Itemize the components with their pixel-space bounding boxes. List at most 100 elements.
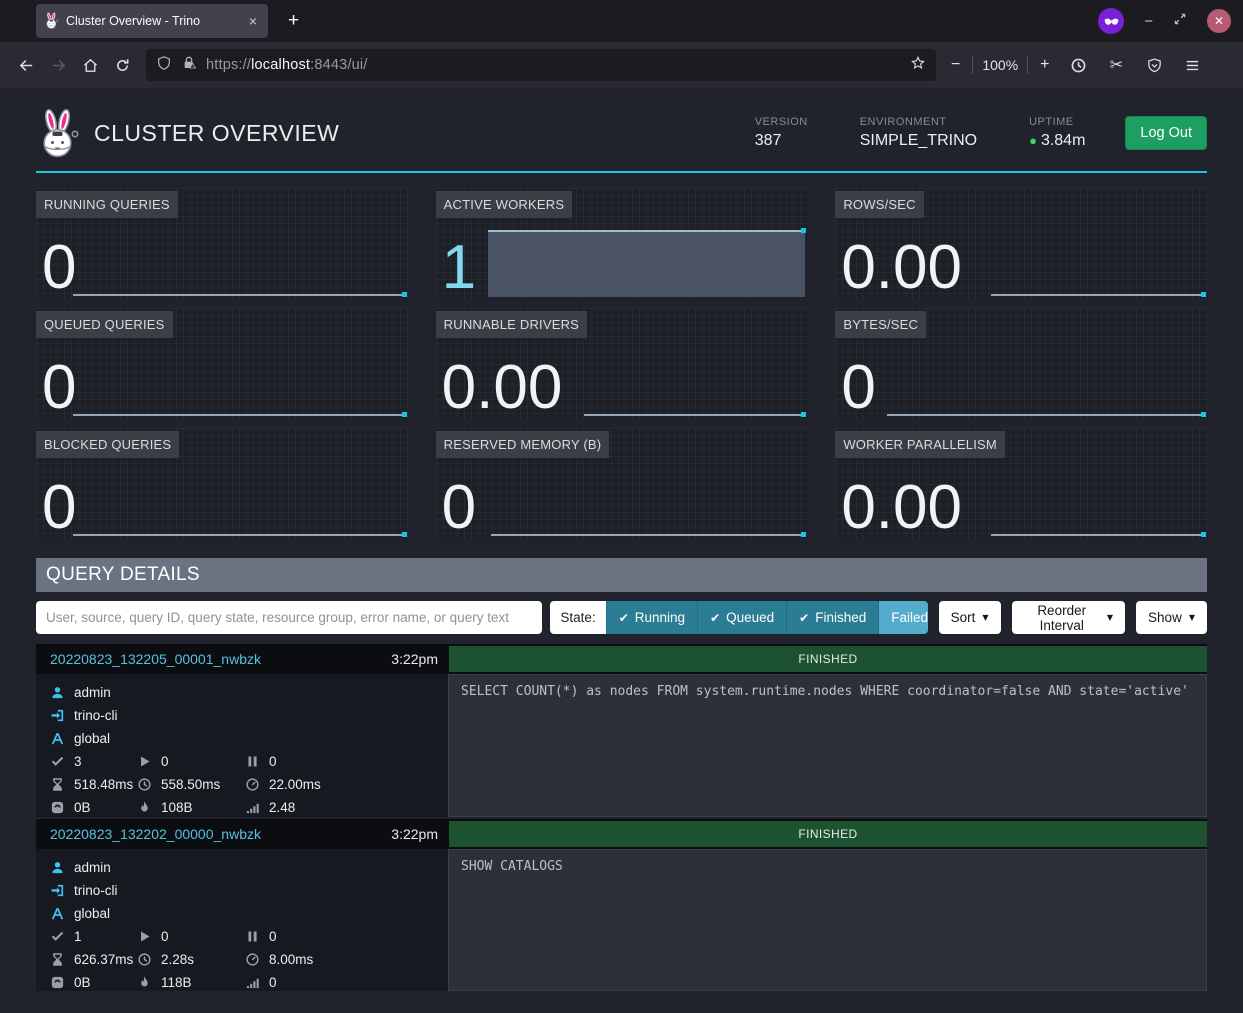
source-icon: [50, 883, 65, 898]
state-filter-queued[interactable]: ✔Queued: [697, 601, 786, 634]
show-dropdown[interactable]: Show▼: [1136, 601, 1207, 634]
browser-navbar: https://localhost:8443/ui/ − 100% + ✂: [0, 42, 1243, 88]
version-label: VERSION: [755, 116, 808, 128]
hud-metric-label: BYTES/SEC: [835, 311, 926, 338]
query-resource-group: global: [74, 906, 110, 921]
state-filter-group: State: ✔Running✔Queued✔FinishedFailed▼: [550, 601, 927, 634]
hud-metric-value: 0: [42, 359, 76, 418]
trino-bunny-logo: [36, 108, 80, 158]
hud-metric-card: RUNNABLE DRIVERS 0.00: [436, 308, 808, 419]
sparkline: [73, 294, 406, 296]
check-icon: ✔: [799, 611, 809, 625]
hud-metric-value: 1: [442, 239, 476, 298]
query-resource-group: global: [74, 731, 110, 746]
query-meta-panel: admin trino-cli global 1 0 0 626.37ms 2.…: [36, 849, 448, 991]
extension-shield-icon[interactable]: [1139, 50, 1171, 80]
lock-warning-icon[interactable]: [181, 55, 197, 76]
query-id-link[interactable]: 20220823_132202_00000_nwbzk: [50, 826, 261, 842]
query-user: admin: [74, 860, 111, 875]
resource-group-icon: [50, 906, 65, 921]
hud-metric-value: 0: [42, 479, 76, 538]
sparkline: [73, 414, 406, 416]
wall-time: 626.37ms: [74, 952, 133, 967]
cpu-time-icon: [245, 952, 260, 967]
check-icon: ✔: [619, 611, 629, 625]
url-text: https://localhost:8443/ui/: [206, 57, 368, 73]
bookmark-star-icon[interactable]: [910, 55, 926, 76]
hud-metric-value: 0.00: [442, 359, 563, 418]
screenshot-scissors-icon[interactable]: ✂: [1101, 50, 1133, 80]
private-mask-icon[interactable]: [1098, 8, 1124, 34]
shield-icon[interactable]: [156, 55, 172, 76]
hud-metric-label: ROWS/SEC: [835, 191, 923, 218]
state-label: State:: [550, 601, 605, 634]
cumulative-memory: 0: [269, 975, 277, 990]
query-row: 20220823_132205_00001_nwbzk 3:22pm FINIS…: [36, 644, 1207, 817]
state-filter-failed[interactable]: Failed▼: [878, 601, 927, 634]
tab-close-icon[interactable]: ×: [246, 13, 260, 29]
zoom-level[interactable]: 100%: [982, 57, 1018, 73]
hud-metric-card: BLOCKED QUERIES 0: [36, 428, 408, 539]
sparkline: [491, 534, 805, 536]
current-memory-icon: [50, 975, 65, 990]
wall-time-icon: [50, 777, 65, 792]
hud-metric-value: 0: [442, 479, 476, 538]
window-close-button[interactable]: ✕: [1207, 9, 1231, 33]
url-bar[interactable]: https://localhost:8443/ui/: [146, 49, 936, 81]
sparkline: [73, 534, 406, 536]
cpu-time: 22.00ms: [269, 777, 321, 792]
query-id-link[interactable]: 20220823_132205_00001_nwbzk: [50, 651, 261, 667]
menu-icon[interactable]: [1177, 50, 1209, 80]
minimize-button[interactable]: −: [1144, 13, 1153, 30]
browser-tab[interactable]: Cluster Overview - Trino ×: [36, 4, 268, 38]
version-value: 387: [755, 132, 808, 150]
cumulative-memory-icon: [245, 975, 260, 990]
trino-favicon: [44, 12, 59, 30]
sparkline: [887, 414, 1205, 416]
query-time: 3:22pm: [391, 826, 438, 842]
logout-button[interactable]: Log Out: [1125, 116, 1207, 150]
elapsed-time-icon: [137, 952, 152, 967]
hud-metric-label: WORKER PARALLELISM: [835, 431, 1005, 458]
cpu-time-icon: [245, 777, 260, 792]
sparkline: [584, 414, 805, 416]
hud-metric-card: WORKER PARALLELISM 0.00: [835, 428, 1207, 539]
search-input[interactable]: [36, 601, 542, 634]
hud-metric-value: 0: [42, 239, 76, 298]
running-splits: 0: [161, 754, 169, 769]
reorder-interval-dropdown[interactable]: Reorder Interval▼: [1012, 601, 1126, 634]
site-header: CLUSTER OVERVIEW VERSION 387 ENVIRONMENT…: [36, 88, 1207, 173]
elapsed-time-icon: [137, 777, 152, 792]
elapsed-time: 558.50ms: [161, 777, 220, 792]
query-list: 20220823_132205_00001_nwbzk 3:22pm FINIS…: [36, 644, 1207, 991]
queued-splits: 0: [269, 929, 277, 944]
current-memory: 0B: [74, 975, 91, 990]
restore-button[interactable]: [1173, 12, 1187, 31]
state-filter-running[interactable]: ✔Running: [606, 601, 697, 634]
back-button[interactable]: [10, 50, 42, 80]
reload-button[interactable]: [106, 50, 138, 80]
hud-metric-label: QUEUED QUERIES: [36, 311, 173, 338]
completed-splits-icon: [50, 754, 65, 769]
sparkline: [488, 230, 806, 297]
hud-metric-value: 0.00: [841, 239, 962, 298]
queued-splits-icon: [245, 754, 260, 769]
query-status-bar: FINISHED: [449, 646, 1207, 672]
zoom-out-button[interactable]: −: [948, 56, 963, 74]
hud-metric-card: BYTES/SEC 0: [835, 308, 1207, 419]
new-tab-button[interactable]: +: [280, 8, 307, 34]
hud-metric-value: 0.00: [841, 479, 962, 538]
query-row-header: 20220823_132202_00000_nwbzk 3:22pm FINIS…: [36, 819, 1207, 849]
query-text: SELECT COUNT(*) as nodes FROM system.run…: [448, 674, 1207, 817]
home-button[interactable]: [74, 50, 106, 80]
history-icon[interactable]: [1063, 50, 1095, 80]
zoom-in-button[interactable]: +: [1037, 56, 1052, 74]
wall-time-icon: [50, 952, 65, 967]
trino-page: CLUSTER OVERVIEW VERSION 387 ENVIRONMENT…: [0, 88, 1243, 1013]
forward-button[interactable]: [42, 50, 74, 80]
chevron-down-icon: ▼: [982, 613, 988, 622]
page-title: CLUSTER OVERVIEW: [94, 120, 339, 147]
query-source: trino-cli: [74, 708, 118, 723]
state-filter-finished[interactable]: ✔Finished: [786, 601, 878, 634]
sort-dropdown[interactable]: Sort▼: [939, 601, 1001, 634]
